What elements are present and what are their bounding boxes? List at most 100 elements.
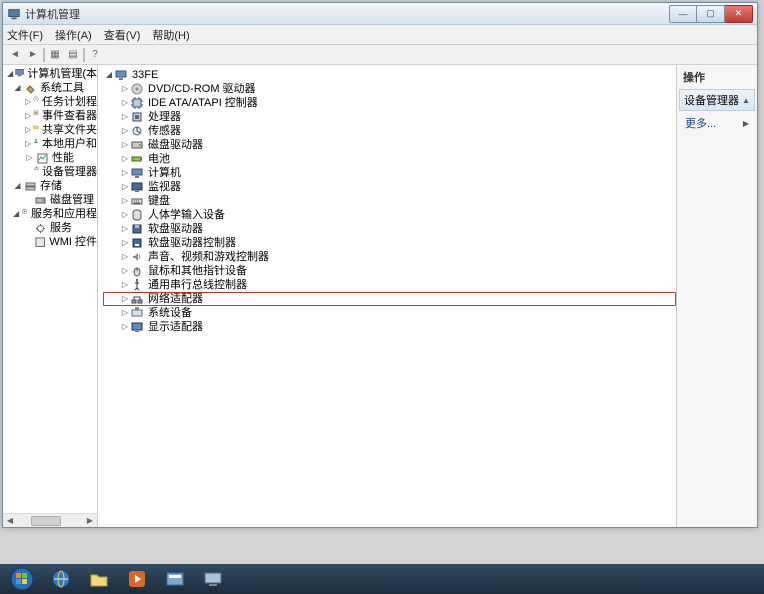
actions-section[interactable]: 设备管理器 ▲ [679,89,755,111]
tree-item-services-apps[interactable]: ◢ 服务和应用程 [7,207,97,221]
expand-icon[interactable]: ▷ [25,126,31,135]
app-icon [7,7,21,21]
taskbar-ie-icon[interactable] [44,566,78,592]
close-button[interactable]: ✕ [725,5,753,23]
tree-item-task-scheduler[interactable]: ▷ 任务计划程 [7,95,97,109]
chevron-up-icon: ▲ [742,96,750,105]
expand-icon[interactable]: ▷ [120,152,130,166]
toolstrip: ◄ ► ▦ ▤ ? [3,45,757,65]
device-tree-root[interactable]: ◢ 33FE [104,67,676,82]
expand-icon[interactable]: ▷ [120,208,130,222]
expand-icon[interactable]: ▷ [120,124,130,138]
scroll-left-arrow[interactable]: ◀ [3,515,17,527]
device-category-row[interactable]: ▷人体学输入设备 [104,208,676,222]
actions-more-link[interactable]: 更多... ▶ [679,111,755,135]
device-category-row[interactable]: ▷监视器 [104,180,676,194]
device-category-row[interactable]: ▷IDE ATA/ATAPI 控制器 [104,96,676,110]
tree-item-local-users[interactable]: ▷ 本地用户和 [7,137,97,151]
tree-item-performance[interactable]: ▷ 性能 [7,151,97,165]
expand-icon[interactable]: ▷ [120,236,130,250]
tree-item-root[interactable]: ◢ 计算机管理(本 [7,67,97,81]
device-category-row[interactable]: ▷系统设备 [104,306,676,320]
tree-label: 系统工具 [40,81,84,95]
expand-icon[interactable]: ▷ [120,138,130,152]
expand-icon[interactable]: ▷ [120,194,130,208]
expand-icon[interactable]: ▷ [120,320,130,334]
expand-icon[interactable]: ▷ [25,140,31,149]
tree-item-event-viewer[interactable]: ▷ 事件查看器 [7,109,97,123]
tree-label: 性能 [52,151,74,165]
device-category-row[interactable]: ▷处理器 [104,110,676,124]
device-category-row[interactable]: ▷DVD/CD-ROM 驱动器 [104,82,676,96]
actions-more-label: 更多... [685,115,716,131]
device-category-row[interactable]: ▷软盘驱动器 [104,222,676,236]
expand-icon[interactable]: ▷ [120,96,130,110]
expand-icon[interactable]: ▷ [120,222,130,236]
device-category-label: 传感器 [148,124,181,138]
device-category-row[interactable]: ▷ 传感器 [104,124,676,138]
computer-icon [114,68,128,82]
device-category-row[interactable]: ▷通用串行总线控制器 [104,278,676,292]
left-scrollbar[interactable]: ◀ ▶ [3,513,97,527]
tree-label: WMI 控件 [49,235,97,249]
collapse-icon[interactable]: ◢ [104,68,114,82]
view-button[interactable]: ▤ [65,47,81,63]
expand-icon[interactable]: ▷ [120,264,130,278]
minimize-button[interactable]: — [669,5,697,23]
device-category-row[interactable]: ▷声音、视频和游戏控制器 [104,250,676,264]
device-category-row[interactable]: ▷网络适配器 [103,292,676,306]
scroll-thumb[interactable] [31,516,61,526]
expand-icon[interactable]: ▷ [25,112,31,121]
battery-icon [130,152,144,166]
tree-item-storage[interactable]: ◢ 存储 [7,179,97,193]
menu-view[interactable]: 查看(V) [104,27,141,43]
titlebar[interactable]: 计算机管理 — ▢ ✕ [3,3,757,25]
tree-item-wmi[interactable]: WMI 控件 [7,235,97,249]
scroll-right-arrow[interactable]: ▶ [83,515,97,527]
taskbar-explorer-icon[interactable] [82,566,116,592]
device-category-row[interactable]: ▷显示适配器 [104,320,676,334]
help-button[interactable]: ? [87,47,103,63]
usb-icon [130,278,144,292]
collapse-icon[interactable]: ◢ [13,210,19,219]
device-category-row[interactable]: ▷计算机 [104,166,676,180]
collapse-icon[interactable]: ◢ [13,84,22,93]
folder-icon [33,124,39,137]
tree-item-shared-folders[interactable]: ▷ 共享文件夹 [7,123,97,137]
expand-icon[interactable]: ▷ [25,154,34,163]
tree-item-disk-mgmt[interactable]: 磁盘管理 [7,193,97,207]
menu-file[interactable]: 文件(F) [7,27,43,43]
maximize-button[interactable]: ▢ [697,5,725,23]
expand-icon[interactable]: ▷ [120,166,130,180]
taskbar-app1-icon[interactable] [158,566,192,592]
collapse-icon[interactable]: ◢ [7,70,13,79]
tree-label: 任务计划程 [42,95,97,109]
expand-icon[interactable]: ▷ [120,180,130,194]
tree-item-device-manager[interactable]: 设备管理器 [7,165,97,179]
device-category-label: 鼠标和其他指针设备 [148,264,247,278]
expand-icon[interactable]: ▷ [25,98,31,107]
device-category-row[interactable]: ▷ 鼠标和其他指针设备 [104,264,676,278]
cpu-icon [130,110,144,124]
device-category-row[interactable]: ▷软盘驱动器控制器 [104,236,676,250]
menu-help[interactable]: 帮助(H) [152,27,189,43]
back-button[interactable]: ◄ [7,47,23,63]
expand-icon[interactable]: ▷ [120,292,130,306]
taskbar-app2-icon[interactable] [196,566,230,592]
expand-icon[interactable]: ▷ [120,82,130,96]
tree-item-system-tools[interactable]: ◢ 系统工具 [7,81,97,95]
taskbar-media-icon[interactable] [120,566,154,592]
expand-icon[interactable]: ▷ [120,306,130,320]
menu-action[interactable]: 操作(A) [55,27,92,43]
expand-icon[interactable]: ▷ [120,278,130,292]
device-category-row[interactable]: ▷磁盘驱动器 [104,138,676,152]
collapse-icon[interactable]: ◢ [13,182,22,191]
device-category-row[interactable]: ▷电池 [104,152,676,166]
up-button[interactable]: ▦ [47,47,63,63]
expand-icon[interactable]: ▷ [120,110,130,124]
forward-button[interactable]: ► [25,47,41,63]
device-category-row[interactable]: ▷键盘 [104,194,676,208]
start-button[interactable] [4,566,40,592]
tree-item-services[interactable]: 服务 [7,221,97,235]
expand-icon[interactable]: ▷ [120,250,130,264]
